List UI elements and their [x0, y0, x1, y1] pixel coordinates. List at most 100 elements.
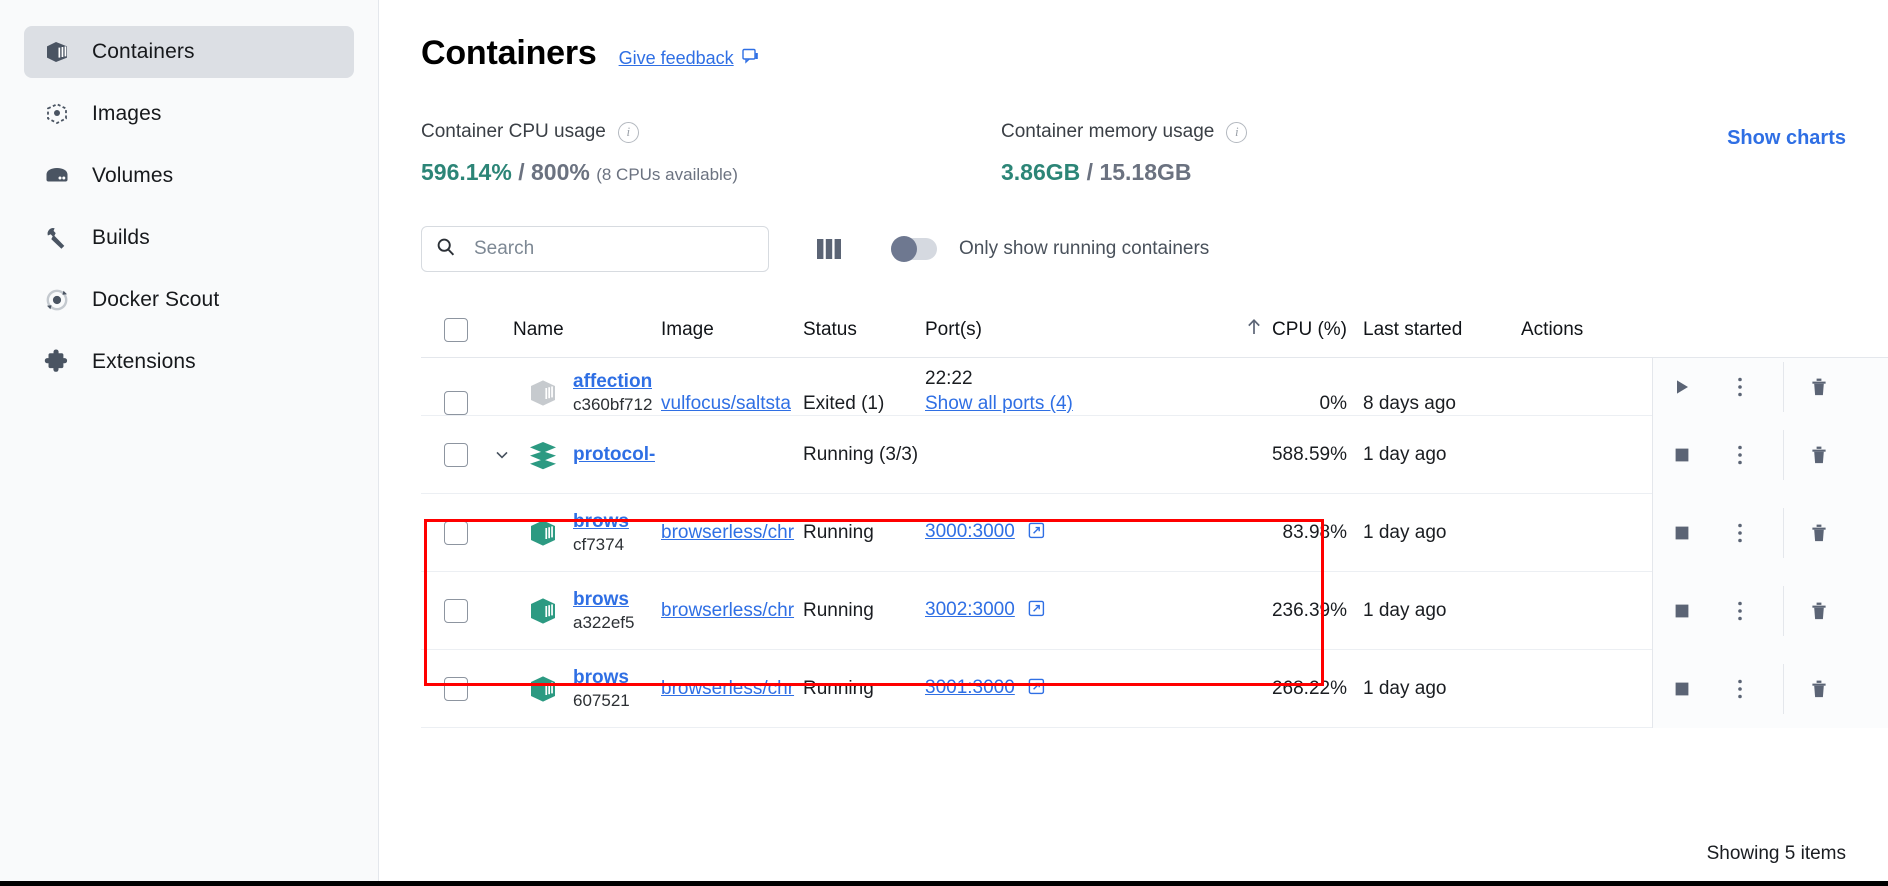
arrow-up-icon	[1246, 318, 1262, 342]
row-name-stack: affection c360bf712	[573, 371, 652, 415]
row-ports-cell: 3001:3000	[925, 677, 1183, 701]
kebab-menu-icon[interactable]	[1711, 678, 1769, 700]
info-icon[interactable]: i	[617, 121, 639, 143]
column-header-cpu[interactable]: CPU (%)	[1183, 318, 1363, 342]
row-last-started-cell: 1 day ago	[1363, 443, 1447, 465]
row-checkbox[interactable]	[444, 520, 468, 545]
port-link[interactable]: 3001:3000	[925, 677, 1015, 698]
container-name-link[interactable]: protocol-	[573, 444, 655, 466]
select-all-checkbox[interactable]	[444, 317, 468, 342]
column-header-name[interactable]: Name	[491, 319, 661, 341]
external-link-icon[interactable]	[1028, 678, 1045, 701]
external-link-icon[interactable]	[1028, 600, 1045, 623]
container-name-link[interactable]: brows	[573, 511, 629, 533]
cpu-total-value: 800%	[530, 159, 590, 185]
row-select-cell	[421, 598, 491, 623]
row-name-cell: affection c360bf712	[491, 371, 661, 415]
external-link-icon[interactable]	[1028, 522, 1045, 545]
image-link[interactable]: browserless/chr	[661, 600, 803, 622]
image-link[interactable]: browserless/chr	[661, 522, 803, 544]
row-cpu-cell: 0%	[1319, 393, 1347, 414]
columns-icon[interactable]	[815, 237, 843, 261]
row-ports-cell: 22:22 Show all ports (4)	[925, 368, 1183, 415]
row-name-cell: brows cf7374	[491, 511, 661, 555]
row-checkbox[interactable]	[444, 391, 468, 415]
kebab-menu-icon[interactable]	[1711, 600, 1769, 622]
info-icon[interactable]: i	[1226, 121, 1248, 143]
delete-trash-icon[interactable]	[1790, 600, 1848, 622]
row-select-cell	[421, 676, 491, 701]
row-last-started-cell: 1 day ago	[1363, 599, 1447, 621]
extensions-puzzle-icon	[42, 347, 72, 377]
cpu-usage-value: 596.14% / 800% (8 CPUs available)	[421, 159, 1001, 186]
column-header-image[interactable]: Image	[661, 319, 803, 341]
sidebar-item-images[interactable]: Images	[24, 88, 354, 140]
container-name-link[interactable]: brows	[573, 667, 630, 689]
kebab-menu-icon[interactable]	[1711, 444, 1769, 466]
row-last-started-cell: 1 day ago	[1363, 521, 1447, 543]
volumes-icon	[42, 161, 72, 191]
row-image-cell: browserless/chr	[661, 678, 803, 700]
page-title: Containers	[421, 34, 597, 72]
sidebar-item-builds[interactable]: Builds	[24, 212, 354, 264]
port-link[interactable]: 3002:3000	[925, 599, 1015, 620]
select-all-cell	[421, 317, 491, 342]
image-link[interactable]: vulfocus/saltsta	[661, 393, 803, 415]
delete-trash-icon[interactable]	[1790, 522, 1848, 544]
sidebar-item-label: Containers	[92, 40, 195, 63]
delete-trash-icon[interactable]	[1790, 444, 1848, 466]
show-all-ports-link[interactable]: Show all ports (4)	[925, 393, 1183, 415]
image-link[interactable]: browserless/chr	[661, 678, 803, 700]
kebab-menu-icon[interactable]	[1711, 376, 1769, 398]
chevron-down-icon[interactable]	[491, 447, 513, 463]
show-charts-button[interactable]: Show charts	[1727, 121, 1846, 150]
sidebar-item-extensions[interactable]: Extensions	[24, 336, 354, 388]
only-running-toggle[interactable]	[891, 236, 937, 262]
stop-icon[interactable]	[1653, 446, 1711, 464]
container-id: c360bf712	[573, 395, 653, 414]
row-name-cell: protocol-	[491, 438, 661, 472]
row-checkbox[interactable]	[444, 442, 468, 467]
row-image-cell: browserless/chr	[661, 600, 803, 622]
search-box[interactable]	[421, 226, 769, 272]
cpu-used-value: 596.14%	[421, 159, 512, 185]
memory-usage-stat: Container memory usage i 3.86GB / 15.18G…	[1001, 121, 1581, 186]
search-input[interactable]	[474, 238, 754, 260]
table-header-row: Name Image Status Port(s) CPU (%) Last s…	[421, 302, 1888, 358]
delete-trash-icon[interactable]	[1790, 376, 1848, 398]
row-cpu-cell: 83.98%	[1282, 521, 1347, 543]
sidebar-item-volumes[interactable]: Volumes	[24, 150, 354, 202]
container-green-icon	[523, 672, 563, 706]
docker-desktop-window: Containers Images Volumes Builds Docker …	[0, 0, 1888, 886]
port-link[interactable]: 3000:3000	[925, 521, 1015, 542]
kebab-menu-icon[interactable]	[1711, 522, 1769, 544]
column-header-status[interactable]: Status	[803, 319, 925, 341]
stop-icon[interactable]	[1653, 680, 1711, 698]
container-gray-icon	[523, 376, 563, 410]
docker-scout-icon	[42, 285, 72, 315]
container-name-link[interactable]: brows	[573, 589, 634, 611]
give-feedback-link[interactable]: Give feedback	[619, 48, 759, 70]
container-name-link[interactable]: affection	[573, 371, 652, 393]
cpu-usage-stat: Container CPU usage i 596.14% / 800% (8 …	[421, 121, 1001, 186]
cpu-usage-label: Container CPU usage	[421, 121, 606, 142]
memory-separator: /	[1080, 159, 1100, 185]
row-status-cell: Running	[803, 521, 874, 543]
sidebar-item-containers[interactable]: Containers	[24, 26, 354, 78]
only-running-label: Only show running containers	[959, 238, 1210, 259]
play-icon[interactable]	[1653, 377, 1711, 397]
column-header-last-started[interactable]: Last started	[1363, 319, 1501, 341]
row-name-cell: brows a322ef5	[491, 589, 661, 633]
cpu-usage-header: Container CPU usage i	[421, 121, 1001, 143]
stop-icon[interactable]	[1653, 524, 1711, 542]
row-checkbox[interactable]	[444, 598, 468, 623]
sidebar-item-label: Volumes	[92, 164, 174, 187]
column-header-ports[interactable]: Port(s)	[925, 319, 1183, 341]
stop-icon[interactable]	[1653, 602, 1711, 620]
row-ports-cell: 3000:3000	[925, 521, 1183, 545]
row-checkbox[interactable]	[444, 676, 468, 701]
row-select-cell	[421, 442, 491, 467]
container-id: a322ef5	[573, 612, 635, 632]
delete-trash-icon[interactable]	[1790, 678, 1848, 700]
sidebar-item-docker-scout[interactable]: Docker Scout	[24, 274, 354, 326]
